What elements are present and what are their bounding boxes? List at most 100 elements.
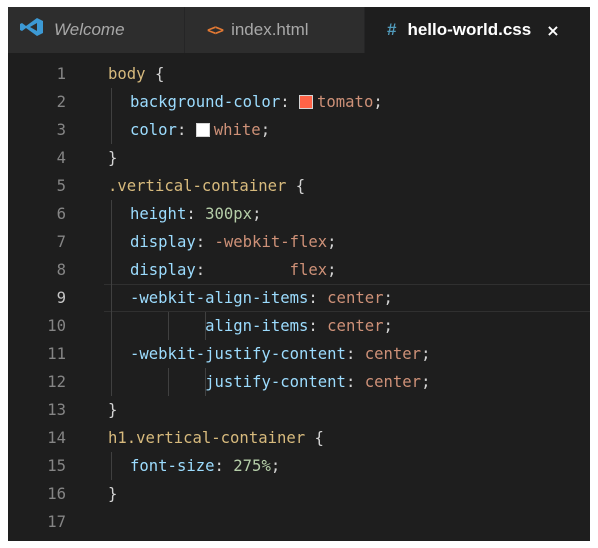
code-line[interactable]: 4} (8, 144, 590, 172)
code-line[interactable]: 6 height: 300px; (8, 200, 590, 228)
line-number: 8 (56, 261, 66, 279)
code-token: -webkit-flex (214, 233, 328, 251)
code-line[interactable]: 7 display: -webkit-flex; (8, 228, 590, 256)
code-token: align-items (205, 317, 309, 335)
code-line[interactable]: 2 background-color: tomato; (8, 88, 590, 116)
tab-label: index.html (231, 20, 309, 39)
line-number: 12 (47, 373, 66, 391)
code-token: : (308, 289, 328, 307)
code-token: { (145, 65, 165, 83)
code-token: { (286, 177, 306, 195)
editor-window: Welcome <> index.html # hello-world.css … (8, 7, 590, 541)
indent-guide (111, 256, 112, 284)
code-token: justify-content (205, 373, 346, 391)
color-swatch[interactable] (299, 95, 313, 109)
code-text: justify-content: center; (130, 368, 430, 396)
code-token: -webkit-align-items (130, 289, 309, 307)
code-line[interactable]: 13} (8, 396, 590, 424)
code-text: -webkit-justify-content: center; (130, 340, 430, 368)
code-token: : (345, 345, 365, 363)
code-line[interactable]: 1 body { (8, 60, 590, 88)
indent-guide (111, 228, 112, 256)
line-number: 13 (47, 401, 66, 419)
indent-guide (111, 368, 112, 396)
indent-guide (111, 312, 112, 340)
code-token: 275% (233, 457, 271, 475)
indent-guide (111, 340, 112, 368)
code-token: body (108, 65, 146, 83)
code-token: background-color (130, 93, 281, 111)
line-number: 3 (56, 121, 66, 139)
code-token: { (305, 429, 324, 447)
css-hash-icon: # (387, 20, 397, 39)
code-text: -webkit-align-items: center; (130, 284, 393, 312)
tab-index-html[interactable]: <> index.html (185, 7, 364, 53)
code-token: height (130, 205, 187, 223)
indent-guide (111, 284, 112, 312)
code-line[interactable]: 17 (8, 508, 590, 536)
vscode-logo-icon (20, 18, 43, 36)
indent-guide (111, 452, 112, 480)
tab-label: hello-world.css (407, 20, 532, 39)
code-token: center (364, 345, 422, 363)
code-token: ; (373, 93, 383, 111)
code-line[interactable]: 8 display: flex; (8, 256, 590, 284)
code-token: ; (327, 233, 337, 251)
code-line[interactable]: 10 align-items: center; (8, 312, 590, 340)
code-text: align-items: center; (130, 312, 393, 340)
indent-guide (111, 116, 112, 144)
code-token: display (130, 261, 196, 279)
code-token: h1.vertical-container (108, 429, 306, 447)
code-token: tomato (317, 93, 374, 111)
code-token: color (130, 121, 177, 139)
code-line[interactable]: 14 h1.vertical-container { (8, 424, 590, 452)
color-swatch[interactable] (195, 123, 210, 137)
code-line[interactable]: 11 -webkit-justify-content: center; (8, 340, 590, 368)
code-line[interactable]: 16} (8, 480, 590, 508)
line-number: 9 (56, 289, 66, 307)
code-token: ; (421, 373, 431, 391)
code-token: ; (421, 345, 431, 363)
line-number: 15 (47, 457, 66, 475)
tab-hello-world-css[interactable]: # hello-world.css × (365, 7, 590, 53)
line-number: 14 (47, 429, 66, 447)
tab-welcome[interactable]: Welcome (8, 7, 184, 53)
code-editor[interactable]: 1 body {2 background-color: tomato; 3 color:… (8, 60, 590, 541)
code-text: font-size: 275%; (130, 452, 280, 480)
code-token: : (308, 317, 328, 335)
code-token: display (130, 233, 196, 251)
line-number: 5 (56, 177, 66, 195)
code-token: } (108, 401, 118, 419)
line-number: 1 (56, 65, 66, 83)
code-text: color: white; (130, 116, 270, 144)
code-token: 300px (205, 205, 253, 223)
code-line[interactable]: 15 font-size: 275%; (8, 452, 590, 480)
code-text: body { (108, 60, 164, 88)
code-token: : (195, 233, 215, 251)
indent-guide (111, 200, 112, 228)
code-line[interactable]: 3 color: white; (8, 116, 590, 144)
code-text: .vertical-container { (108, 172, 305, 200)
code-line[interactable]: 9 -webkit-align-items: center; (8, 284, 590, 312)
code-token: center (327, 289, 384, 307)
code-token: ; (327, 261, 337, 279)
code-token: center (327, 317, 384, 335)
code-text: display: flex; (130, 256, 337, 284)
code-line[interactable]: 12 justify-content: center; (8, 368, 590, 396)
code-token: font-size (130, 457, 215, 475)
code-token: : (345, 373, 365, 391)
line-number: 17 (47, 513, 66, 531)
code-token: } (108, 485, 118, 503)
close-icon[interactable]: × (546, 21, 559, 40)
line-number: 10 (47, 317, 66, 335)
code-token: white (213, 121, 261, 139)
code-token: : (214, 457, 234, 475)
code-token: center (364, 373, 422, 391)
code-text: background-color: tomato; (130, 88, 383, 116)
tab-label: Welcome (54, 20, 125, 39)
code-line[interactable]: 5 .vertical-container { (8, 172, 590, 200)
code-token: -webkit-justify-content (130, 345, 346, 363)
code-token: : (176, 121, 196, 139)
line-number: 4 (56, 149, 66, 167)
